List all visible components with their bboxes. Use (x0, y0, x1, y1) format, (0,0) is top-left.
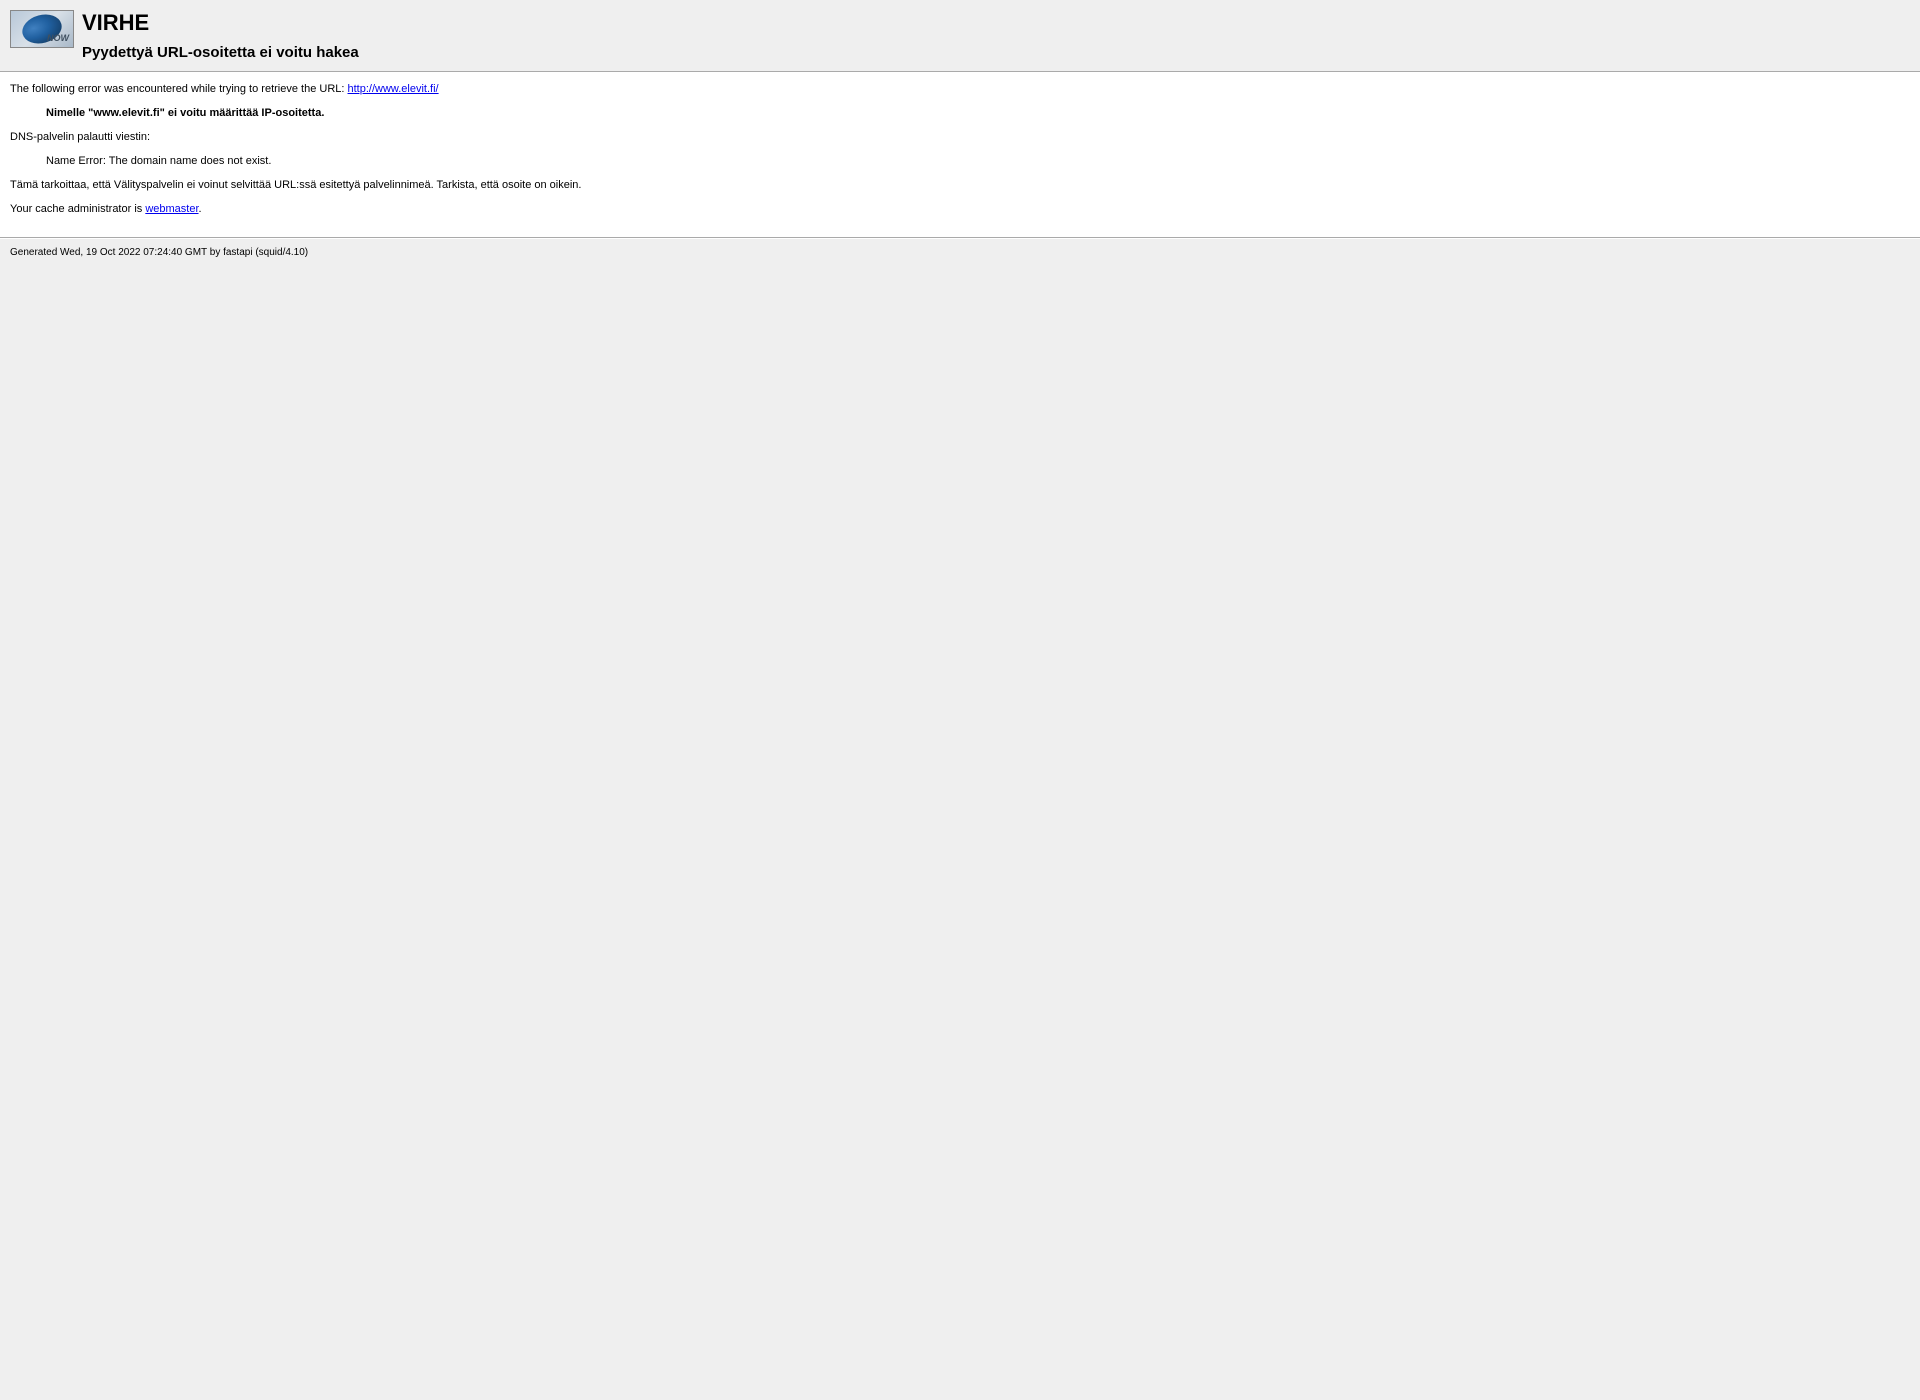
intro-prefix: The following error was encountered whil… (10, 83, 348, 95)
squid-logo: NOW (10, 10, 74, 48)
requested-url-link[interactable]: http://www.elevit.fi/ (348, 83, 439, 95)
dns-intro: DNS-palvelin palautti viestin: (10, 131, 1910, 143)
footer: Generated Wed, 19 Oct 2022 07:24:40 GMT … (0, 239, 1920, 266)
page-subtitle: Pyydettyä URL-osoitetta ei voitu hakea (82, 44, 359, 61)
error-content: The following error was encountered whil… (0, 73, 1920, 237)
admin-prefix: Your cache administrator is (10, 203, 145, 215)
page-title: VIRHE (82, 10, 359, 36)
header-text-block: VIRHE Pyydettyä URL-osoitetta ei voitu h… (82, 10, 359, 61)
error-message-bold: Nimelle "www.elevit.fi" ei voitu määritt… (46, 107, 1910, 119)
webmaster-link[interactable]: webmaster (145, 203, 198, 215)
generated-timestamp: Generated Wed, 19 Oct 2022 07:24:40 GMT … (10, 247, 308, 258)
intro-line: The following error was encountered whil… (10, 83, 1910, 95)
error-header: NOW VIRHE Pyydettyä URL-osoitetta ei voi… (0, 0, 1920, 71)
admin-line: Your cache administrator is webmaster. (10, 203, 1910, 215)
explanation-text: Tämä tarkoittaa, että Välityspalvelin ei… (10, 179, 1910, 191)
dns-error-detail: Name Error: The domain name does not exi… (46, 155, 1910, 167)
admin-suffix: . (199, 203, 202, 215)
